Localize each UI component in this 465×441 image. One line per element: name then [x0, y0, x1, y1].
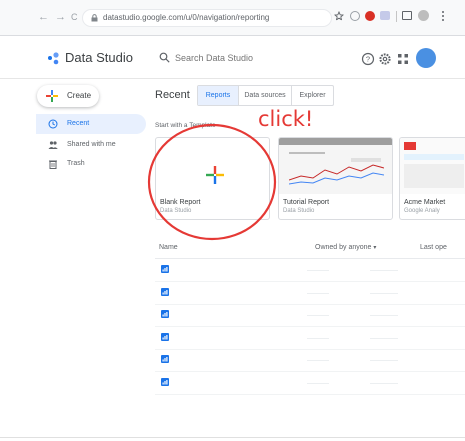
- settings-gear-icon[interactable]: [378, 52, 392, 66]
- app-header: Data Studio ?: [0, 37, 465, 79]
- thumbnail-header: [279, 138, 392, 145]
- card-title: Acme Market: [404, 199, 446, 206]
- bookmark-star-icon[interactable]: [334, 11, 344, 21]
- thumbnail-line: [289, 152, 325, 154]
- report-file-icon: [161, 332, 169, 341]
- placeholder-bar: [307, 382, 329, 384]
- account-avatar[interactable]: [416, 48, 436, 68]
- click-annotation: click!: [258, 107, 314, 131]
- plus-icon: [46, 90, 58, 102]
- search-input[interactable]: [175, 49, 335, 67]
- create-button[interactable]: Create: [37, 85, 99, 107]
- thumbnail-chart-icon: [289, 158, 384, 185]
- card-title: Tutorial Report: [283, 199, 330, 206]
- card-thumbnail: [156, 138, 269, 194]
- plus-icon: [206, 166, 224, 184]
- trash-icon: [49, 160, 57, 169]
- column-header-owner[interactable]: Owned by anyone ▾: [315, 244, 376, 251]
- sidebar-item-label: Recent: [67, 120, 90, 127]
- template-card-blank[interactable]: Blank Report Data Studio: [155, 137, 270, 220]
- report-file-icon: [161, 310, 169, 318]
- extension-icon[interactable]: [350, 11, 360, 21]
- placeholder-bar: [307, 292, 329, 294]
- report-file-icon: [161, 265, 169, 273]
- profile-avatar-icon[interactable]: [418, 10, 429, 21]
- data-studio-logo-icon[interactable]: [46, 51, 60, 65]
- card-thumbnail: [279, 138, 392, 194]
- dropdown-arrow-icon: ▾: [373, 245, 377, 251]
- owner-filter-label: Owned by anyone: [315, 244, 372, 251]
- placeholder-bar: [370, 315, 398, 316]
- placeholder-bar: [370, 292, 398, 294]
- more-vert-icon[interactable]: [440, 10, 446, 22]
- card-subtitle: Google Analy: [404, 208, 440, 214]
- table-row[interactable]: [155, 283, 465, 305]
- create-label: Create: [67, 91, 92, 100]
- extension-red-icon[interactable]: [365, 11, 375, 21]
- clock-icon: [48, 119, 58, 129]
- toolbar-divider: [396, 11, 397, 22]
- sidebar-item-recent[interactable]: Recent: [36, 114, 146, 134]
- extension-puzzle-icon[interactable]: [380, 11, 390, 20]
- table-row[interactable]: [155, 373, 465, 395]
- placeholder-bar: [370, 360, 398, 361]
- thumbnail-table: [404, 164, 464, 188]
- help-icon[interactable]: ?: [361, 52, 375, 66]
- table-row[interactable]: [155, 350, 465, 372]
- placeholder-bar: [370, 382, 398, 384]
- sidebar-item-label: Trash: [67, 160, 85, 167]
- card-thumbnail: [400, 138, 465, 194]
- reading-list-icon[interactable]: [402, 11, 412, 20]
- placeholder-bar: [307, 337, 329, 339]
- template-card-tutorial[interactable]: Tutorial Report Data Studio: [278, 137, 393, 220]
- tab-data-sources[interactable]: Data sources: [239, 86, 291, 105]
- report-file-icon: [161, 287, 169, 296]
- address-bar[interactable]: datastudio.google.com/u/0/navigation/rep…: [82, 9, 332, 27]
- card-subtitle: Data Studio: [283, 208, 315, 214]
- browser-toolbar: ← → C datastudio.google.com/u/0/navigati…: [0, 0, 465, 36]
- svg-text:?: ?: [366, 55, 370, 64]
- screen: ← → C datastudio.google.com/u/0/navigati…: [0, 0, 465, 441]
- forward-button[interactable]: →: [55, 11, 66, 23]
- report-file-icon: [161, 377, 169, 386]
- column-header-last-opened[interactable]: Last ope: [420, 244, 447, 251]
- template-section-label: Start with a Template: [155, 122, 216, 129]
- thumbnail-logo: [404, 142, 416, 150]
- apps-grid-icon[interactable]: [396, 52, 410, 66]
- placeholder-bar: [307, 360, 329, 361]
- placeholder-bar: [307, 315, 329, 316]
- sidebar-item-label: Shared with me: [67, 141, 116, 148]
- view-tabs: Reports Data sources Explorer: [197, 85, 334, 106]
- placeholder-bar: [307, 270, 329, 271]
- search-box[interactable]: [157, 47, 337, 69]
- card-title: Blank Report: [160, 199, 201, 206]
- app-title[interactable]: Data Studio: [65, 50, 133, 65]
- tab-reports[interactable]: Reports: [198, 86, 238, 105]
- column-header-name[interactable]: Name: [159, 244, 178, 251]
- back-button[interactable]: ←: [38, 11, 49, 23]
- sidebar-item-shared[interactable]: Shared with me: [36, 135, 146, 155]
- card-subtitle: Data Studio: [160, 208, 192, 214]
- row-divider: [155, 393, 465, 395]
- lock-icon: [91, 14, 98, 22]
- tab-explorer[interactable]: Explorer: [292, 86, 333, 105]
- thumbnail-band: [404, 154, 464, 160]
- table-row[interactable]: [155, 328, 465, 350]
- list-header-divider: [155, 258, 465, 259]
- people-icon: [48, 141, 58, 149]
- table-row[interactable]: [155, 260, 465, 282]
- reload-button[interactable]: C: [71, 11, 78, 23]
- bottom-divider: [0, 437, 465, 438]
- table-row[interactable]: [155, 305, 465, 327]
- url-text: datastudio.google.com/u/0/navigation/rep…: [103, 13, 270, 22]
- sidebar-item-trash[interactable]: Trash: [36, 154, 146, 174]
- page-title: Recent: [155, 89, 190, 101]
- report-file-icon: [161, 355, 169, 363]
- placeholder-bar: [370, 270, 398, 271]
- placeholder-bar: [370, 337, 398, 339]
- template-card-acme[interactable]: Acme Market Google Analy: [399, 137, 465, 220]
- search-icon: [159, 52, 170, 63]
